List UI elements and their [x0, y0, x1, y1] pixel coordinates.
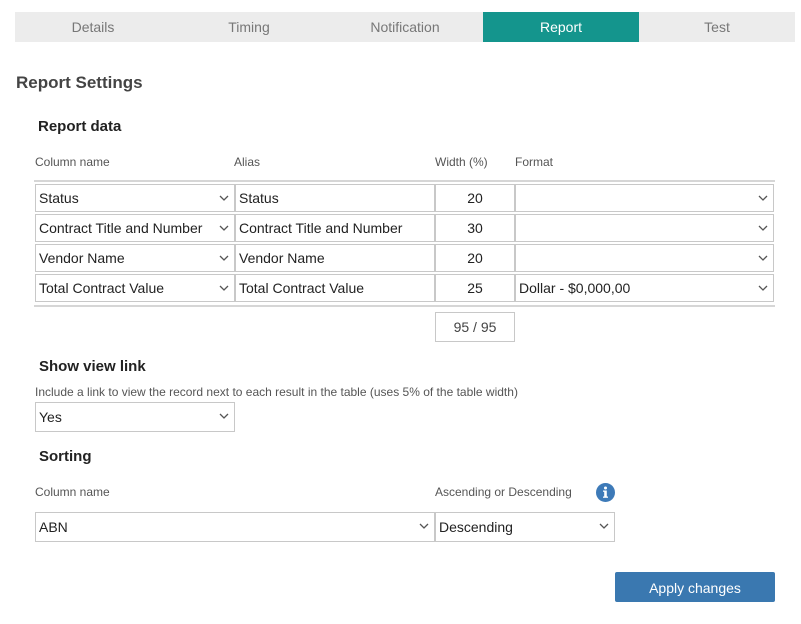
column-select[interactable]: Total Contract Value — [35, 274, 235, 302]
column-select-value: Status — [39, 190, 79, 206]
report-columns-table: Status Status 20 Contract Title and Numb… — [34, 180, 775, 307]
alias-input[interactable]: Vendor Name — [235, 244, 435, 272]
chevron-down-icon — [758, 255, 768, 261]
sorting-heading: Sorting — [39, 448, 92, 465]
view-link-hint: Include a link to view the record next t… — [35, 385, 518, 399]
chevron-down-icon — [219, 195, 229, 201]
tab-test[interactable]: Test — [639, 12, 795, 42]
table-row: Vendor Name Vendor Name 20 — [34, 243, 775, 273]
alias-input[interactable]: Contract Title and Number — [235, 214, 435, 242]
sort-order-select[interactable]: Descending — [435, 512, 615, 542]
table-row: Contract Title and Number Contract Title… — [34, 213, 775, 243]
format-select[interactable] — [515, 214, 774, 242]
tab-notification[interactable]: Notification — [327, 12, 483, 42]
alias-input[interactable]: Status — [235, 184, 435, 212]
view-link-select-value: Yes — [39, 409, 62, 425]
chevron-down-icon — [599, 523, 609, 529]
sort-column-value: ABN — [39, 519, 68, 535]
chevron-down-icon — [219, 225, 229, 231]
column-select[interactable]: Status — [35, 184, 235, 212]
tab-details[interactable]: Details — [15, 12, 171, 42]
format-select[interactable] — [515, 184, 774, 212]
view-link-heading: Show view link — [39, 358, 146, 375]
column-name-header: Column name — [35, 155, 110, 169]
table-row: Total Contract Value Total Contract Valu… — [34, 273, 775, 303]
column-select-value: Vendor Name — [39, 250, 125, 266]
chevron-down-icon — [419, 523, 429, 529]
tab-bar: Details Timing Notification Report Test — [15, 12, 795, 42]
sort-order-label: Ascending or Descending — [435, 485, 572, 499]
width-input[interactable]: 20 — [435, 244, 515, 272]
chevron-down-icon — [219, 285, 229, 291]
sort-order-value: Descending — [439, 519, 513, 535]
chevron-down-icon — [219, 255, 229, 261]
info-icon[interactable] — [596, 483, 615, 502]
width-input[interactable]: 30 — [435, 214, 515, 242]
column-select[interactable]: Vendor Name — [35, 244, 235, 272]
format-select[interactable] — [515, 244, 774, 272]
format-header: Format — [515, 155, 554, 169]
chevron-down-icon — [758, 285, 768, 291]
sort-column-label: Column name — [35, 485, 110, 499]
width-input[interactable]: 25 — [435, 274, 515, 302]
column-select[interactable]: Contract Title and Number — [35, 214, 235, 242]
tab-report[interactable]: Report — [483, 12, 639, 42]
alias-input[interactable]: Total Contract Value — [235, 274, 435, 302]
column-select-value: Contract Title and Number — [39, 220, 203, 236]
alias-header: Alias — [234, 155, 261, 169]
chevron-down-icon — [758, 195, 768, 201]
view-link-select[interactable]: Yes — [35, 402, 235, 432]
page-title: Report Settings — [16, 73, 143, 92]
width-total: 95 / 95 — [435, 312, 515, 342]
sort-column-select[interactable]: ABN — [35, 512, 435, 542]
report-data-heading: Report data — [38, 118, 122, 135]
table-row: Status Status 20 — [34, 183, 775, 213]
width-header: Width (%) — [435, 155, 488, 169]
tab-timing[interactable]: Timing — [171, 12, 327, 42]
chevron-down-icon — [219, 413, 229, 419]
format-select[interactable]: Dollar - $0,000,00 — [515, 274, 774, 302]
chevron-down-icon — [758, 225, 768, 231]
apply-changes-button[interactable]: Apply changes — [615, 572, 775, 602]
width-input[interactable]: 20 — [435, 184, 515, 212]
format-select-value: Dollar - $0,000,00 — [519, 280, 631, 296]
column-select-value: Total Contract Value — [39, 280, 165, 296]
